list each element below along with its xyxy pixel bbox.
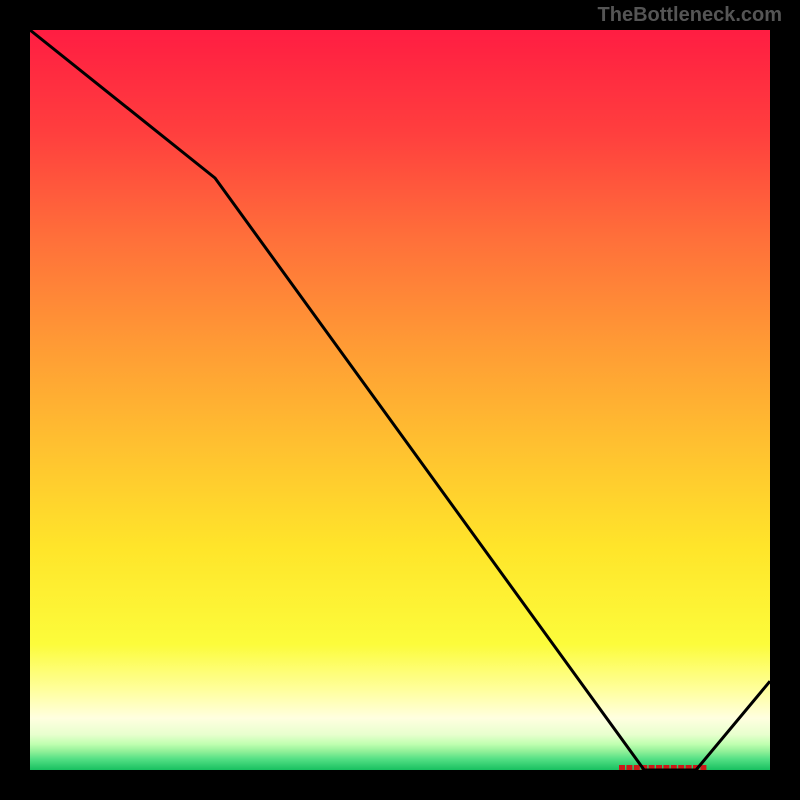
bottleneck-chart	[0, 0, 800, 800]
attribution-label: TheBottleneck.com	[598, 4, 782, 27]
chart-container: TheBottleneck.com	[0, 0, 800, 800]
plot-background	[30, 30, 770, 770]
